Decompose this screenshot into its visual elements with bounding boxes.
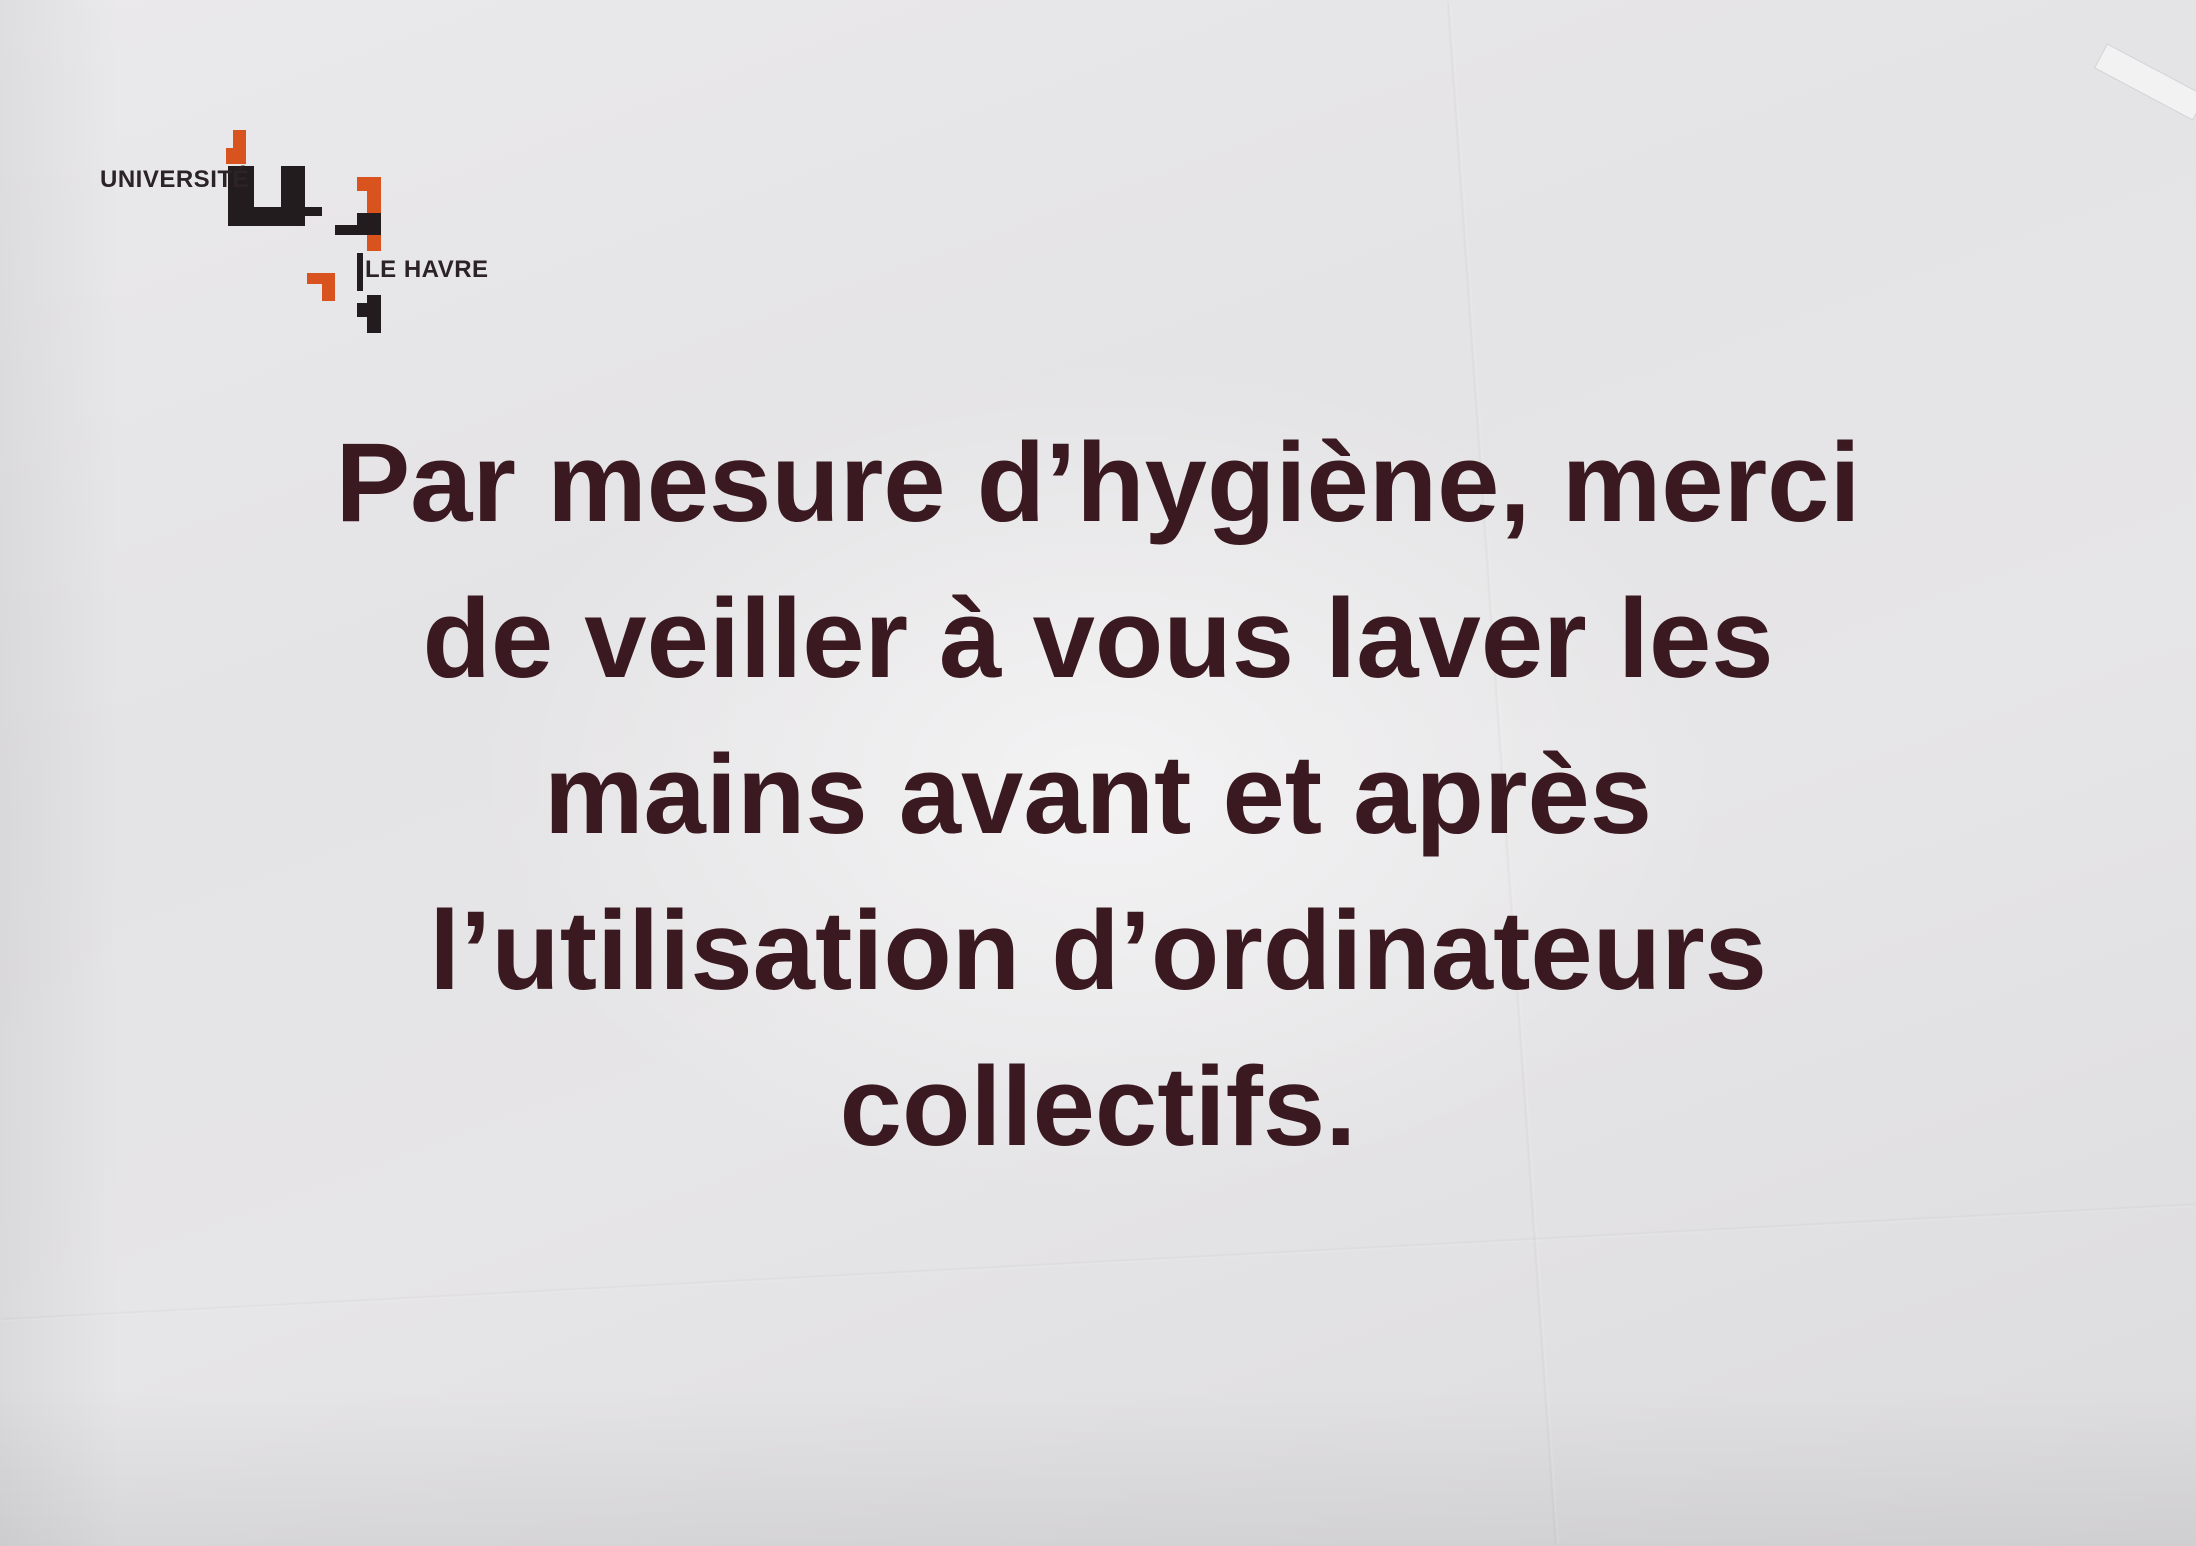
hygiene-notice: Par mesure d’hygiène, merci de veiller à… [60,405,2136,1185]
logo-dark-block [298,207,322,216]
logo-accent-block [357,177,381,191]
paper-shadow-bottom [0,1386,2196,1546]
logo-text-universite: UNIVERSITÉ [100,166,250,193]
logo-accent-block [226,148,246,164]
logo-dark-block [357,253,363,291]
logo-dark-block [357,213,381,235]
logo-dark-block [357,303,381,317]
logo-mark [226,130,381,333]
paper-crease [1,1202,2195,1323]
notice-line: Par mesure d’hygiène, merci [335,420,1861,545]
logo-accent-block [322,273,335,301]
logo-dark-block [281,166,305,226]
paper-sheet: UNIVERSITÉ LE HAVRE Par mesure d’hygiène… [0,0,2196,1546]
notice-line: mains avant et après [543,732,1653,857]
notice-line: l’utilisation d’ordinateurs [429,888,1767,1013]
tape-strip [2093,43,2196,121]
notice-line: collectifs. [839,1044,1357,1169]
university-logo: UNIVERSITÉ LE HAVRE [95,125,515,340]
logo-text-le-havre: LE HAVRE [365,256,489,283]
notice-line: de veiller à vous laver les [422,576,1774,701]
